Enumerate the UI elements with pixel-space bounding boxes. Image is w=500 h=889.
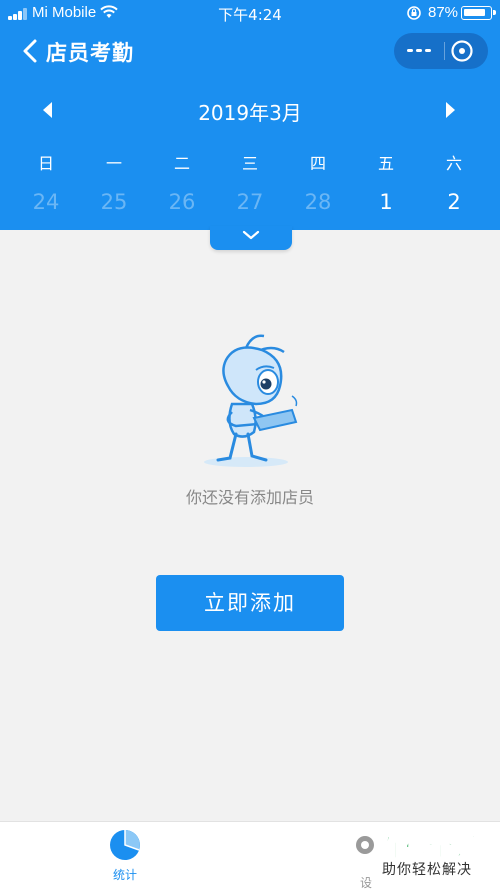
battery-percent: 87% (428, 4, 459, 21)
calendar-date[interactable]: 1 (352, 190, 420, 214)
calendar-date[interactable]: 26 (148, 190, 216, 214)
clock: 下午4:24 (218, 6, 282, 24)
ant-mascot-illustration (204, 334, 298, 467)
close-miniprogram-icon[interactable] (450, 39, 474, 63)
weekday-label: 二 (173, 154, 190, 173)
tab-label: 统计 (112, 868, 137, 882)
calendar-date[interactable]: 24 (12, 190, 80, 214)
calendar-date[interactable]: 25 (80, 190, 148, 214)
miniprogram-capsule (394, 33, 488, 69)
orientation-lock-icon (407, 6, 421, 20)
next-month-icon[interactable] (438, 98, 462, 122)
weekday-label: 四 (309, 154, 326, 173)
weekday-label: 六 (445, 154, 462, 173)
chevron-down-icon (242, 230, 260, 240)
watermark-tagline: 助你轻松解决 (382, 862, 472, 878)
empty-state-message: 你还没有添加店员 (185, 488, 314, 507)
battery-icon (461, 6, 496, 20)
more-menu-button[interactable] (394, 33, 444, 69)
weekday-label: 一 (105, 154, 122, 173)
tab-statistics[interactable]: 统计 (105, 828, 145, 883)
back-icon[interactable] (20, 38, 42, 64)
weekday-label: 三 (241, 154, 258, 173)
add-employee-button[interactable]: 立即添加 (156, 575, 344, 631)
status-bar: Mi Mobile 下午4:24 87% (0, 0, 500, 26)
nav-bar: 店员考勤 (0, 26, 500, 78)
weekday-header-row: 日 一 二 三 四 五 六 (12, 150, 488, 174)
page-title: 店员考勤 (46, 41, 134, 65)
capsule-divider (444, 42, 445, 60)
calendar-date[interactable]: 27 (216, 190, 284, 214)
watermark: 百科全说 助你轻松解决 (366, 828, 498, 884)
weekday-label: 五 (377, 154, 394, 173)
expand-calendar-button[interactable] (210, 226, 292, 250)
calendar-month-label: 2019年3月 (198, 101, 302, 125)
calendar-date[interactable]: 2 (420, 190, 488, 214)
calendar-date[interactable]: 28 (284, 190, 352, 214)
pie-chart-icon (110, 830, 140, 860)
weekday-label: 日 (37, 154, 54, 173)
calendar-week-row: 24 25 26 27 28 1 2 (12, 190, 488, 214)
